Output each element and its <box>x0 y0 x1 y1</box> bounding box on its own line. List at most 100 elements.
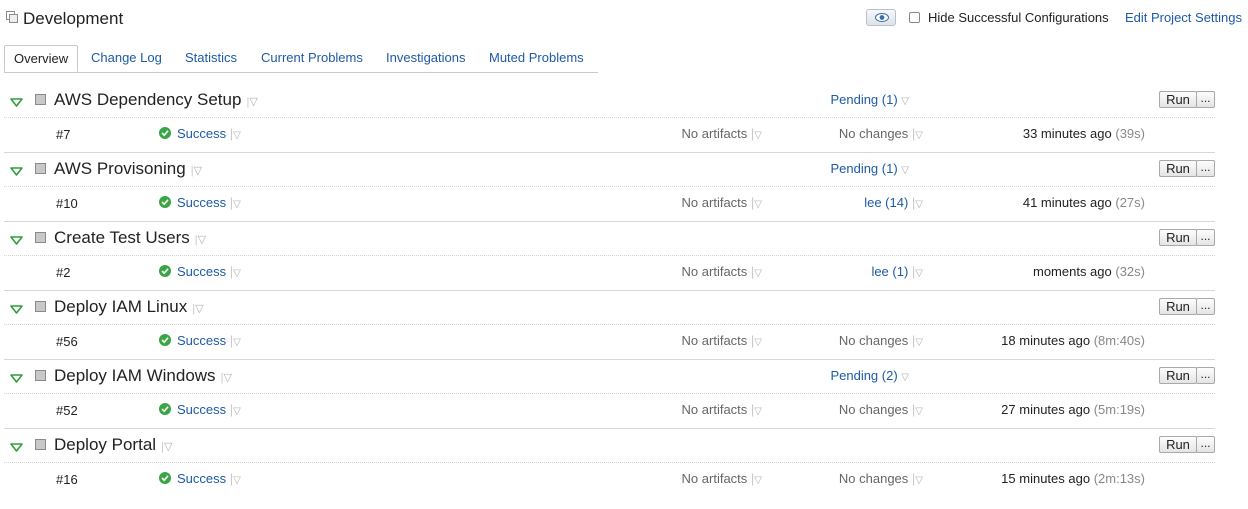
build-status[interactable]: Success |▽ <box>159 126 241 141</box>
pending-link[interactable]: Pending (1) ▽ <box>830 161 909 176</box>
tab-investigations[interactable]: Investigations <box>386 45 466 71</box>
build-status[interactable]: Success |▽ <box>159 195 241 210</box>
changes-dropdown[interactable]: lee (1) |▽ <box>871 264 923 279</box>
run-options-button[interactable]: ... <box>1196 436 1215 453</box>
changes-dropdown[interactable]: No changes |▽ <box>839 402 923 417</box>
artifacts-label[interactable]: No artifacts <box>682 126 748 141</box>
config-name[interactable]: Create Test Users |▽ <box>54 228 206 248</box>
artifacts-dropdown[interactable]: No artifacts |▽ <box>682 471 762 486</box>
chevron-down-icon[interactable]: ▽ <box>233 337 241 348</box>
artifacts-dropdown[interactable]: No artifacts |▽ <box>682 264 762 279</box>
artifacts-dropdown[interactable]: No artifacts |▽ <box>682 195 762 210</box>
config-dropdown-icon[interactable]: |▽ <box>188 165 202 177</box>
chevron-down-icon[interactable]: ▽ <box>754 475 762 486</box>
status-label[interactable]: Success <box>177 195 226 210</box>
config-name[interactable]: AWS Dependency Setup |▽ <box>54 90 258 110</box>
chevron-down-icon[interactable]: ▽ <box>915 268 923 279</box>
chevron-down-icon[interactable]: ▽ <box>915 337 923 348</box>
run-options-button[interactable]: ... <box>1196 298 1215 315</box>
config-checkbox-icon[interactable] <box>35 163 46 174</box>
run-options-button[interactable]: ... <box>1196 160 1215 177</box>
build-number[interactable]: #7 <box>56 127 70 142</box>
config-checkbox-icon[interactable] <box>35 370 46 381</box>
run-options-button[interactable]: ... <box>1196 367 1215 384</box>
chevron-down-icon[interactable]: ▽ <box>754 406 762 417</box>
pending-label[interactable]: Pending (1) <box>830 92 897 107</box>
chevron-down-icon[interactable]: ▽ <box>754 199 762 210</box>
run-button[interactable]: Run <box>1159 160 1197 177</box>
chevron-down-icon[interactable]: ▽ <box>233 130 241 141</box>
status-label[interactable]: Success <box>177 402 226 417</box>
tab-overview[interactable]: Overview <box>4 45 79 72</box>
pending-link[interactable]: Pending (2) ▽ <box>830 368 909 383</box>
config-name-label[interactable]: AWS Provisoning <box>54 159 186 178</box>
config-dropdown-icon[interactable]: |▽ <box>192 234 206 246</box>
changes-label[interactable]: No changes <box>839 402 908 417</box>
config-name-label[interactable]: AWS Dependency Setup <box>54 90 241 109</box>
config-checkbox-icon[interactable] <box>35 439 46 450</box>
artifacts-label[interactable]: No artifacts <box>682 264 748 279</box>
status-label[interactable]: Success <box>177 126 226 141</box>
build-number[interactable]: #2 <box>56 265 70 280</box>
changes-dropdown[interactable]: No changes |▽ <box>839 471 923 486</box>
watch-button[interactable] <box>866 9 896 26</box>
config-checkbox-icon[interactable] <box>35 301 46 312</box>
status-label[interactable]: Success <box>177 471 226 486</box>
config-name[interactable]: AWS Provisoning |▽ <box>54 159 202 179</box>
run-button[interactable]: Run <box>1159 298 1197 315</box>
changes-label[interactable]: No changes <box>839 333 908 348</box>
run-options-button[interactable]: ... <box>1196 229 1215 246</box>
config-name-label[interactable]: Deploy IAM Windows <box>54 366 216 385</box>
expand-triangle-icon[interactable] <box>10 95 23 110</box>
changes-label[interactable]: lee (14) <box>864 195 908 210</box>
changes-dropdown[interactable]: No changes |▽ <box>839 333 923 348</box>
build-number[interactable]: #16 <box>56 472 78 487</box>
expand-triangle-icon[interactable] <box>10 440 23 455</box>
build-number[interactable]: #56 <box>56 334 78 349</box>
hide-successful-checkbox[interactable] <box>909 12 920 23</box>
chevron-down-icon[interactable]: ▽ <box>915 199 923 210</box>
build-status[interactable]: Success |▽ <box>159 333 241 348</box>
chevron-down-icon[interactable]: ▽ <box>233 268 241 279</box>
config-name[interactable]: Deploy Portal |▽ <box>54 435 172 455</box>
pending-label[interactable]: Pending (1) <box>830 161 897 176</box>
tab-current-problems[interactable]: Current Problems <box>261 45 363 71</box>
chevron-down-icon[interactable]: ▽ <box>915 406 923 417</box>
chevron-down-icon[interactable]: ▽ <box>754 268 762 279</box>
run-button[interactable]: Run <box>1159 91 1197 108</box>
chevron-down-icon[interactable]: ▽ <box>754 337 762 348</box>
status-label[interactable]: Success <box>177 264 226 279</box>
artifacts-label[interactable]: No artifacts <box>682 195 748 210</box>
config-name-label[interactable]: Deploy IAM Linux <box>54 297 187 316</box>
chevron-down-icon[interactable]: ▽ <box>901 96 909 107</box>
config-dropdown-icon[interactable]: |▽ <box>189 303 203 315</box>
chevron-down-icon[interactable]: ▽ <box>901 165 909 176</box>
config-name[interactable]: Deploy IAM Windows |▽ <box>54 366 232 386</box>
changes-label[interactable]: No changes <box>839 126 908 141</box>
config-checkbox-icon[interactable] <box>35 232 46 243</box>
config-checkbox-icon[interactable] <box>35 94 46 105</box>
tab-change-log[interactable]: Change Log <box>91 45 162 71</box>
changes-dropdown[interactable]: lee (14) |▽ <box>864 195 923 210</box>
run-options-button[interactable]: ... <box>1196 91 1215 108</box>
chevron-down-icon[interactable]: ▽ <box>754 130 762 141</box>
build-number[interactable]: #52 <box>56 403 78 418</box>
changes-label[interactable]: lee (1) <box>871 264 908 279</box>
chevron-down-icon[interactable]: ▽ <box>901 372 909 383</box>
run-button[interactable]: Run <box>1159 367 1197 384</box>
artifacts-label[interactable]: No artifacts <box>682 402 748 417</box>
pending-label[interactable]: Pending (2) <box>830 368 897 383</box>
expand-triangle-icon[interactable] <box>10 302 23 317</box>
tab-muted-problems[interactable]: Muted Problems <box>489 45 584 71</box>
expand-triangle-icon[interactable] <box>10 371 23 386</box>
config-dropdown-icon[interactable]: |▽ <box>218 372 232 384</box>
expand-triangle-icon[interactable] <box>10 233 23 248</box>
build-status[interactable]: Success |▽ <box>159 402 241 417</box>
artifacts-label[interactable]: No artifacts <box>682 471 748 486</box>
changes-label[interactable]: No changes <box>839 471 908 486</box>
artifacts-dropdown[interactable]: No artifacts |▽ <box>682 333 762 348</box>
run-button[interactable]: Run <box>1159 229 1197 246</box>
tab-statistics[interactable]: Statistics <box>185 45 237 71</box>
run-button[interactable]: Run <box>1159 436 1197 453</box>
changes-dropdown[interactable]: No changes |▽ <box>839 126 923 141</box>
